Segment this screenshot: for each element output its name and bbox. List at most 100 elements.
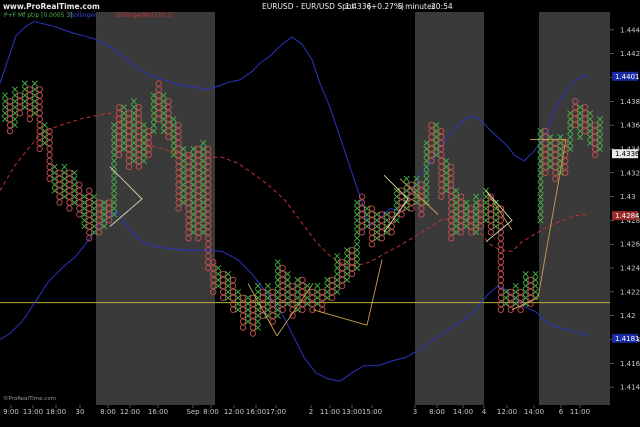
- o-mark: [269, 300, 276, 307]
- o-column: [329, 276, 336, 301]
- watermark: ©ProRealTime.com: [3, 395, 56, 402]
- o-column: [16, 92, 24, 117]
- o-mark: [527, 288, 534, 296]
- y-tick-label: 1.43: [620, 193, 636, 201]
- x-column: [71, 169, 78, 206]
- o-mark: [497, 288, 504, 296]
- x-mark: [403, 175, 410, 182]
- x-column: [235, 288, 242, 313]
- y-tick-label: 1.444: [620, 26, 640, 34]
- site-label: www.ProRealTime.com: [3, 2, 100, 11]
- trendline: [247, 283, 278, 337]
- price-tag: 1.4336: [612, 149, 640, 159]
- trendline: [312, 309, 368, 326]
- o-mark: [527, 294, 534, 301]
- o-mark: [517, 294, 524, 301]
- o-mark: [66, 205, 73, 212]
- o-column: [239, 294, 247, 331]
- price-tag-label: 1.4336: [615, 150, 640, 158]
- o-mark: [527, 282, 534, 290]
- o-mark: [36, 139, 43, 147]
- price-tag-label: 1.4284: [615, 212, 640, 220]
- x-tick-label: 13:00: [342, 408, 362, 416]
- o-mark: [76, 205, 83, 212]
- x-tick-label: 12:00: [224, 408, 244, 416]
- x-tick-label: 15:00: [362, 408, 382, 416]
- o-mark: [239, 324, 247, 331]
- o-mark: [497, 276, 504, 284]
- o-mark: [487, 223, 495, 230]
- o-mark: [66, 175, 73, 182]
- o-column: [279, 264, 286, 313]
- x-mark: [1, 92, 9, 99]
- o-mark: [487, 229, 495, 236]
- o-mark: [66, 199, 73, 206]
- o-mark: [517, 288, 524, 296]
- o-mark: [26, 92, 33, 99]
- o-mark: [76, 181, 83, 188]
- x-mark: [532, 270, 539, 278]
- x-column: [31, 80, 38, 117]
- legend-pf: P+F Mf pt/p [0.0005 3]: [4, 12, 73, 19]
- mid-bollinger-band: [0, 112, 589, 267]
- x-tick-label: 8:00: [429, 408, 445, 416]
- o-mark: [36, 104, 43, 111]
- y-tick-label: 1.426: [620, 241, 640, 249]
- o-mark: [487, 205, 495, 212]
- x-tick-label: 17:00: [266, 408, 286, 416]
- x-tick-label: 16:00: [148, 408, 168, 416]
- o-mark: [36, 110, 43, 117]
- o-column: [249, 294, 257, 337]
- o-mark: [289, 288, 296, 296]
- o-mark: [46, 157, 53, 165]
- o-mark: [279, 288, 286, 296]
- o-mark: [36, 127, 43, 135]
- x-column: [41, 122, 48, 147]
- o-mark: [26, 104, 33, 111]
- price-tag: 1.4181: [612, 333, 640, 343]
- x-tick-label: 18:00: [46, 408, 66, 416]
- o-mark: [339, 276, 346, 284]
- o-mark: [507, 300, 514, 307]
- o-mark: [348, 247, 356, 254]
- x-mark: [31, 80, 38, 87]
- x-column: [324, 276, 331, 301]
- o-mark: [279, 276, 286, 284]
- price-tag: 1.4401: [612, 71, 640, 81]
- o-mark: [408, 193, 415, 200]
- o-mark: [56, 169, 63, 176]
- o-mark: [329, 294, 336, 301]
- o-mark: [497, 264, 504, 272]
- o-mark: [507, 294, 514, 301]
- o-mark: [358, 217, 366, 224]
- x-tick-label: 4: [482, 408, 487, 416]
- x-tick-label: Sep: [186, 408, 200, 416]
- o-mark: [66, 193, 73, 200]
- x-tick-label: 3: [413, 408, 417, 416]
- o-mark: [497, 306, 504, 313]
- o-mark: [279, 306, 286, 313]
- o-mark: [249, 300, 257, 307]
- session-shading: [96, 12, 610, 405]
- o-mark: [279, 270, 286, 278]
- legend-mid: BollingerMid [20.2]: [116, 12, 173, 19]
- o-mark: [249, 324, 257, 331]
- o-column: [358, 193, 366, 236]
- o-mark: [76, 199, 83, 206]
- x-tick-label: 6: [559, 408, 564, 416]
- o-mark: [339, 282, 346, 290]
- x-mark: [61, 163, 68, 170]
- o-column: [388, 211, 395, 236]
- o-mark: [388, 229, 395, 236]
- x-mark: [264, 282, 271, 289]
- y-tick-label: 1.432: [620, 169, 640, 177]
- o-mark: [56, 187, 63, 194]
- o-mark: [229, 276, 237, 284]
- o-mark: [497, 294, 504, 301]
- x-column: [403, 175, 410, 212]
- o-mark: [46, 175, 53, 182]
- o-column: [497, 205, 504, 313]
- o-mark: [46, 145, 53, 153]
- upper-bollinger-band: [0, 20, 588, 228]
- o-mark: [398, 211, 405, 218]
